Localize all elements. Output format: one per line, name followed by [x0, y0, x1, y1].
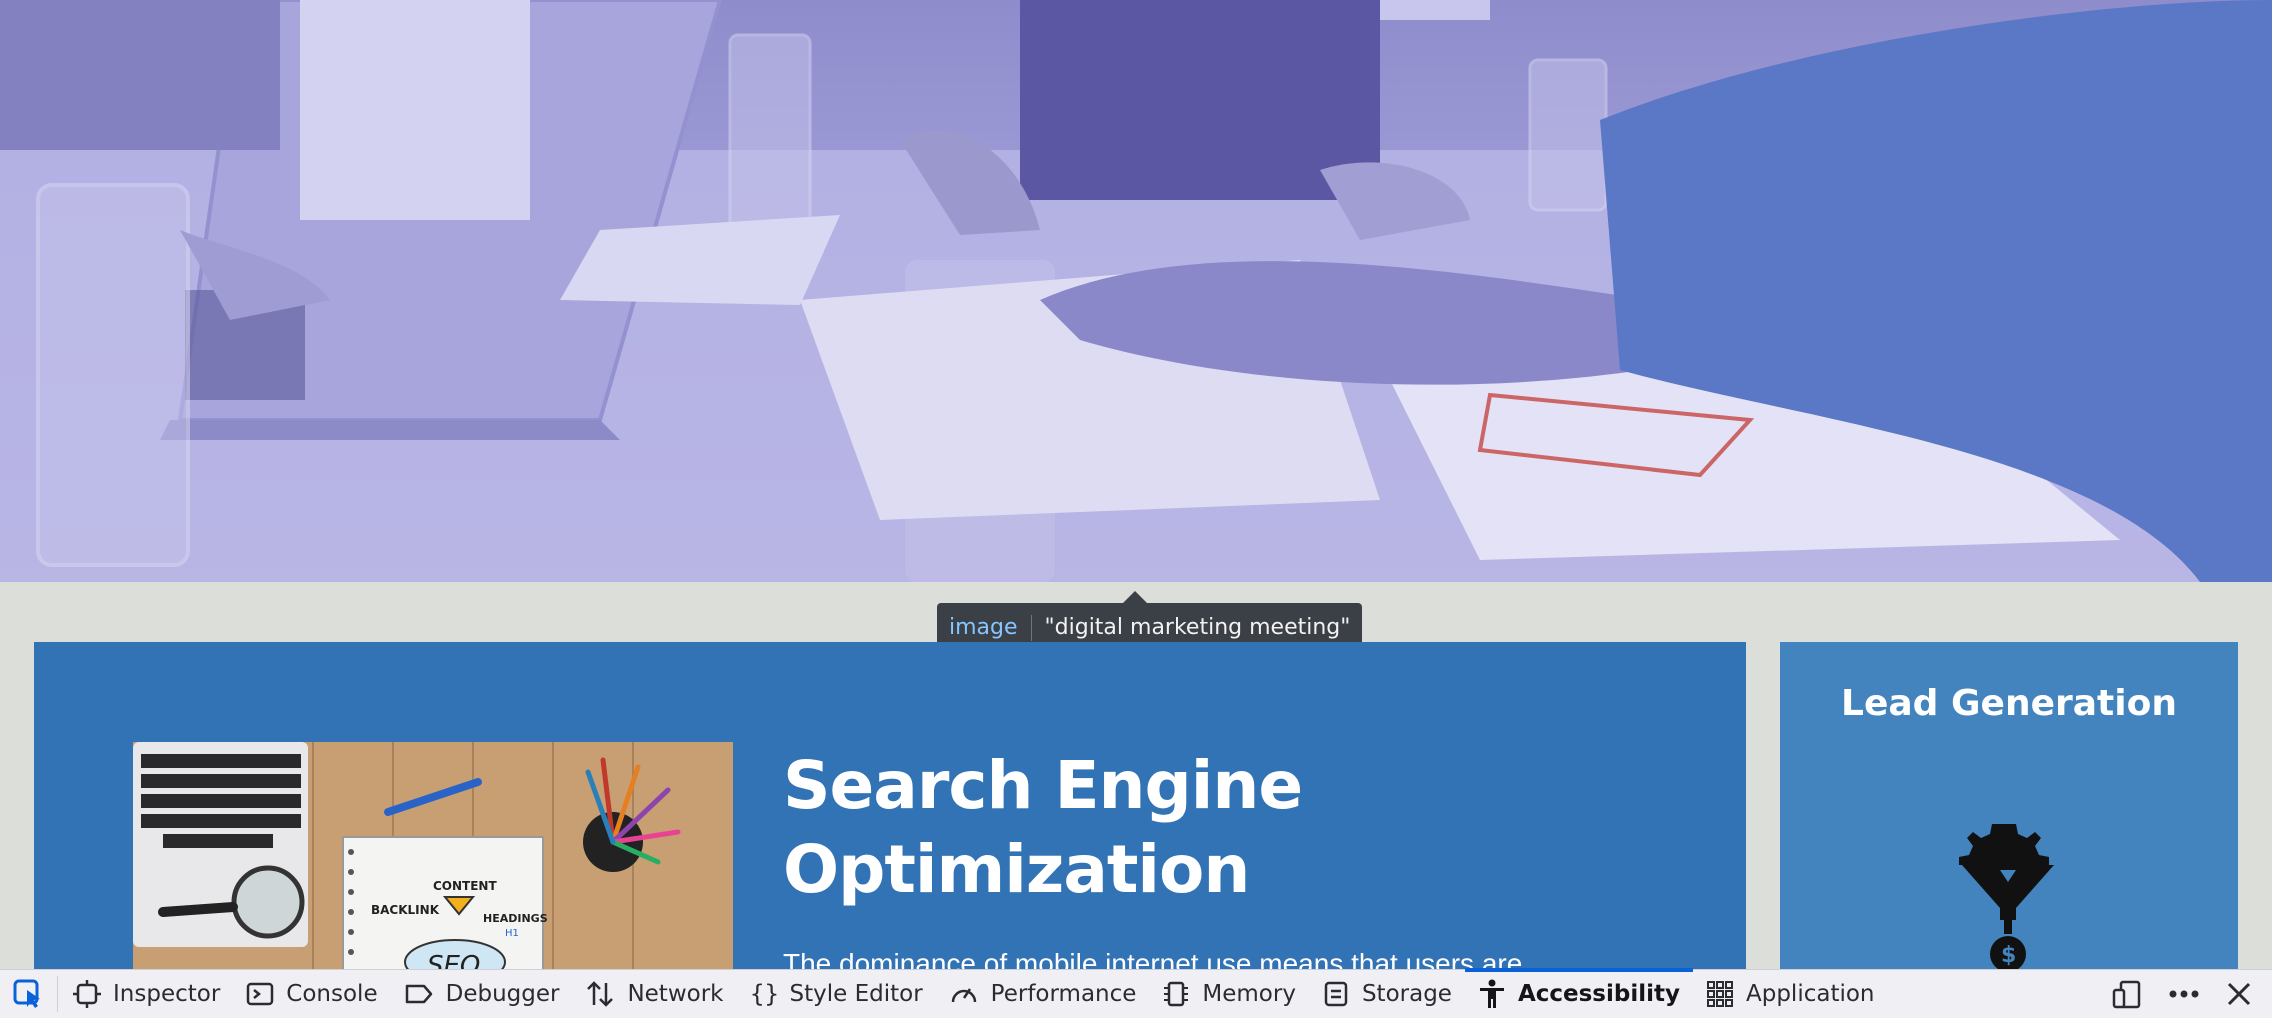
accessibility-icon — [1479, 979, 1504, 1008]
memory-icon — [1164, 981, 1189, 1007]
tab-debugger[interactable]: Debugger — [391, 970, 573, 1018]
tab-network-label: Network — [627, 981, 724, 1007]
application-icon — [1707, 981, 1733, 1007]
tooltip-arrow — [1123, 591, 1147, 603]
seo-panel: CONTENT BACKLINK HEADINGS H1 SEO Search … — [34, 642, 1746, 972]
network-icon — [587, 981, 614, 1007]
image-word-content: CONTENT — [433, 879, 497, 893]
tab-inspector-label: Inspector — [113, 981, 221, 1007]
inspector-icon — [73, 980, 101, 1008]
tab-debugger-label: Debugger — [445, 981, 560, 1007]
performance-icon — [951, 988, 976, 1003]
seo-heading-line2: Optimization — [783, 831, 1250, 908]
lead-generation-title: Lead Generation — [1841, 683, 2177, 724]
tab-network[interactable]: Network — [572, 970, 736, 1018]
style-editor-icon: {} — [750, 980, 778, 1008]
tooltip-divider — [1030, 614, 1032, 641]
devtools-right-tools — [2112, 970, 2252, 1018]
image-word-h1: H1 — [505, 928, 519, 939]
lead-generation-panel: Lead Generation $ — [1780, 642, 2238, 972]
tooltip-role: image — [949, 615, 1018, 640]
tab-inspector[interactable]: Inspector — [60, 970, 233, 1018]
seo-heading: Search Engine Optimization — [783, 744, 1303, 912]
responsive-design-mode-icon[interactable] — [2112, 979, 2142, 1009]
meeting-photo — [0, 0, 2272, 582]
tab-performance-label: Performance — [990, 981, 1137, 1007]
hero-image — [0, 0, 2272, 582]
tab-storage[interactable]: Storage — [1309, 970, 1465, 1018]
image-word-backlink: BACKLINK — [371, 903, 440, 917]
more-options-icon[interactable] — [2168, 979, 2200, 1009]
element-picker-button[interactable] — [0, 970, 56, 1018]
tab-memory[interactable]: Memory — [1149, 970, 1309, 1018]
tab-console-label: Console — [286, 981, 378, 1007]
element-picker-icon — [13, 979, 40, 1008]
svg-text:$: $ — [2001, 943, 2016, 968]
devtools-tabs: Inspector Console Debugger Network {} St… — [60, 968, 1888, 1018]
tab-style-editor-label: Style Editor — [789, 981, 923, 1007]
tab-performance[interactable]: Performance — [936, 970, 1150, 1018]
image-word-headings: HEADINGS — [483, 912, 548, 925]
seo-heading-line1: Search Engine — [783, 747, 1303, 824]
console-icon — [247, 982, 274, 1006]
seo-desk-illustration: CONTENT BACKLINK HEADINGS H1 SEO — [133, 742, 733, 972]
tab-style-editor[interactable]: {} Style Editor — [737, 970, 936, 1018]
seo-image: CONTENT BACKLINK HEADINGS H1 SEO — [133, 742, 733, 972]
tab-accessibility-label: Accessibility — [1517, 981, 1680, 1007]
close-icon[interactable] — [2226, 981, 2252, 1007]
tab-application-label: Application — [1746, 981, 1875, 1007]
devtools-toolbar: Inspector Console Debugger Network {} St… — [0, 968, 2272, 1018]
tooltip-accessible-name: "digital marketing meeting" — [1044, 615, 1351, 640]
tab-application[interactable]: Application — [1693, 970, 1888, 1018]
tab-console[interactable]: Console — [233, 970, 390, 1018]
svg-text:{}: {} — [750, 980, 778, 1008]
tab-accessibility[interactable]: Accessibility — [1464, 968, 1694, 1018]
toolbar-separator — [57, 976, 58, 1012]
storage-icon — [1324, 981, 1348, 1007]
debugger-icon — [405, 984, 432, 1004]
tab-memory-label: Memory — [1202, 981, 1296, 1007]
lead-funnel-gear-icon: $ — [1959, 824, 2054, 972]
tab-storage-label: Storage — [1361, 981, 1452, 1007]
